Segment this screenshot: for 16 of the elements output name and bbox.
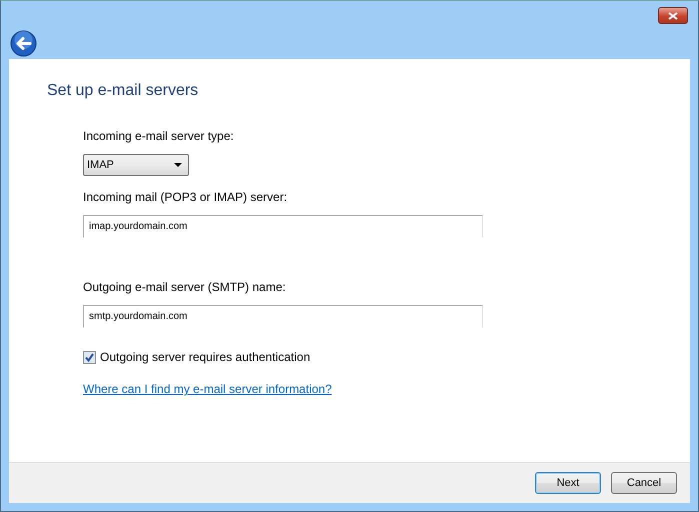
- checkbox-label: Outgoing server requires authentication: [100, 349, 310, 366]
- field-label: Outgoing e-mail server (SMTP) name:: [83, 279, 287, 296]
- field-label: Incoming mail (POP3 or IMAP) server:: [83, 189, 288, 206]
- incoming-server-field[interactable]: imap.yourdomain.com: [83, 215, 483, 238]
- help-link[interactable]: Where can I find my e-mail server information?: [83, 382, 332, 396]
- close-icon: [668, 12, 678, 20]
- dialog-button[interactable]: Next: [535, 472, 601, 494]
- auth-checkbox[interactable]: [83, 350, 96, 364]
- field-label: Incoming e-mail server type:: [83, 128, 235, 145]
- close-button[interactable]: [658, 7, 688, 24]
- dropdown-arrow-icon: [174, 163, 182, 167]
- dialog-button[interactable]: Cancel: [611, 472, 677, 494]
- page-heading: Set up e-mail servers: [47, 81, 200, 101]
- back-button[interactable]: [10, 30, 37, 57]
- outgoing-server-field[interactable]: smtp.yourdomain.com: [83, 305, 483, 328]
- server-type-dropdown[interactable]: IMAP: [83, 154, 189, 176]
